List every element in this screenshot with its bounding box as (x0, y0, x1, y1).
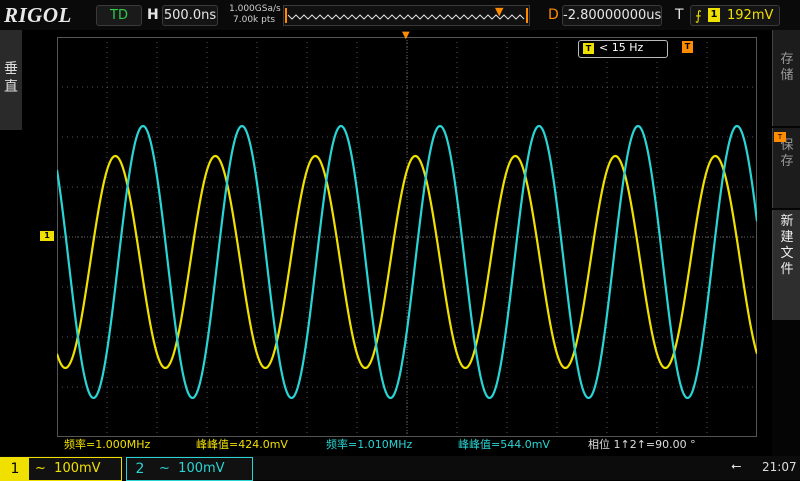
top-status-bar: RIGOL TD H 500.0ns 1.000GSa/s 7.00k pts … (0, 0, 800, 30)
measure-phase: 相位 1↑2↑=90.00 ° (588, 438, 696, 451)
softkey-new-file[interactable]: 新建文件 (772, 210, 800, 320)
memory-depth: 7.00k pts (233, 15, 276, 25)
delay-value[interactable]: -2.80000000us (562, 5, 662, 26)
channel-1-scale: ~ 100mV (35, 461, 101, 476)
channel-2-settings[interactable]: 2 ~ 100mV (126, 457, 253, 481)
softkey-storage[interactable]: 存储 (772, 30, 800, 126)
trigger-level-marker-icon: T (682, 41, 693, 53)
horizontal-label: H (147, 7, 159, 23)
timebase-value[interactable]: 500.0ns (162, 5, 218, 26)
ch1-ground-marker[interactable]: 1 (40, 231, 54, 241)
trigger-filter-text: < 15 Hz (599, 41, 644, 54)
brand-logo: RIGOL (4, 3, 72, 27)
trigger-settings[interactable]: ⨍ 1 192mV (690, 5, 780, 26)
waveform-graticule (55, 37, 759, 437)
trigger-filter-readout[interactable]: T < 15 Hz (578, 40, 668, 58)
memory-overview-bar[interactable]: ▼ (283, 5, 530, 26)
vertical-menu-label: 垂直 (4, 61, 18, 95)
channel-1-number: 1 (1, 458, 29, 480)
trigger-source: 1 (708, 8, 720, 22)
trigger-position-marker: ▼ (495, 5, 504, 18)
channel-1-settings[interactable]: 1 ~ 100mV (0, 457, 122, 481)
ch2-offset-marker: T (774, 132, 786, 142)
channel-2-number: 2 (135, 461, 145, 477)
vertical-menu-tab[interactable]: 垂直 (0, 30, 22, 130)
sample-rate: 1.000GSa/s (229, 4, 281, 14)
usb-icon: ⭠ (731, 459, 742, 474)
trigger-filter-source: T (583, 43, 594, 54)
trigger-label: T (675, 7, 684, 23)
trigger-time-marker: ▼ (402, 30, 410, 41)
right-softkey-menu: 存储 保存 新建文件 T (772, 30, 800, 456)
softkey-storage-label: 存储 (780, 52, 794, 83)
measure-ch2-vpp: 峰峰值=544.0mV (458, 438, 550, 451)
channel-2-scale: ~ 100mV (159, 461, 225, 476)
softkey-new-file-label: 新建文件 (780, 214, 794, 277)
softkey-save-label: 保存 (780, 138, 794, 169)
trigger-level: 192mV (727, 8, 774, 23)
run-status-badge[interactable]: TD (96, 5, 142, 26)
measure-ch1-frequency: 频率=1.000MHz (64, 438, 151, 451)
waveform-display[interactable] (55, 37, 759, 437)
memory-waveform-preview (285, 8, 528, 23)
clock: 21:07 (762, 460, 797, 474)
measure-ch1-vpp: 峰峰值=424.0mV (196, 438, 288, 451)
delay-label: D (548, 7, 559, 23)
rising-edge-icon: ⨍ (695, 9, 702, 24)
measure-ch2-frequency: 频率=1.010MHz (326, 438, 413, 451)
